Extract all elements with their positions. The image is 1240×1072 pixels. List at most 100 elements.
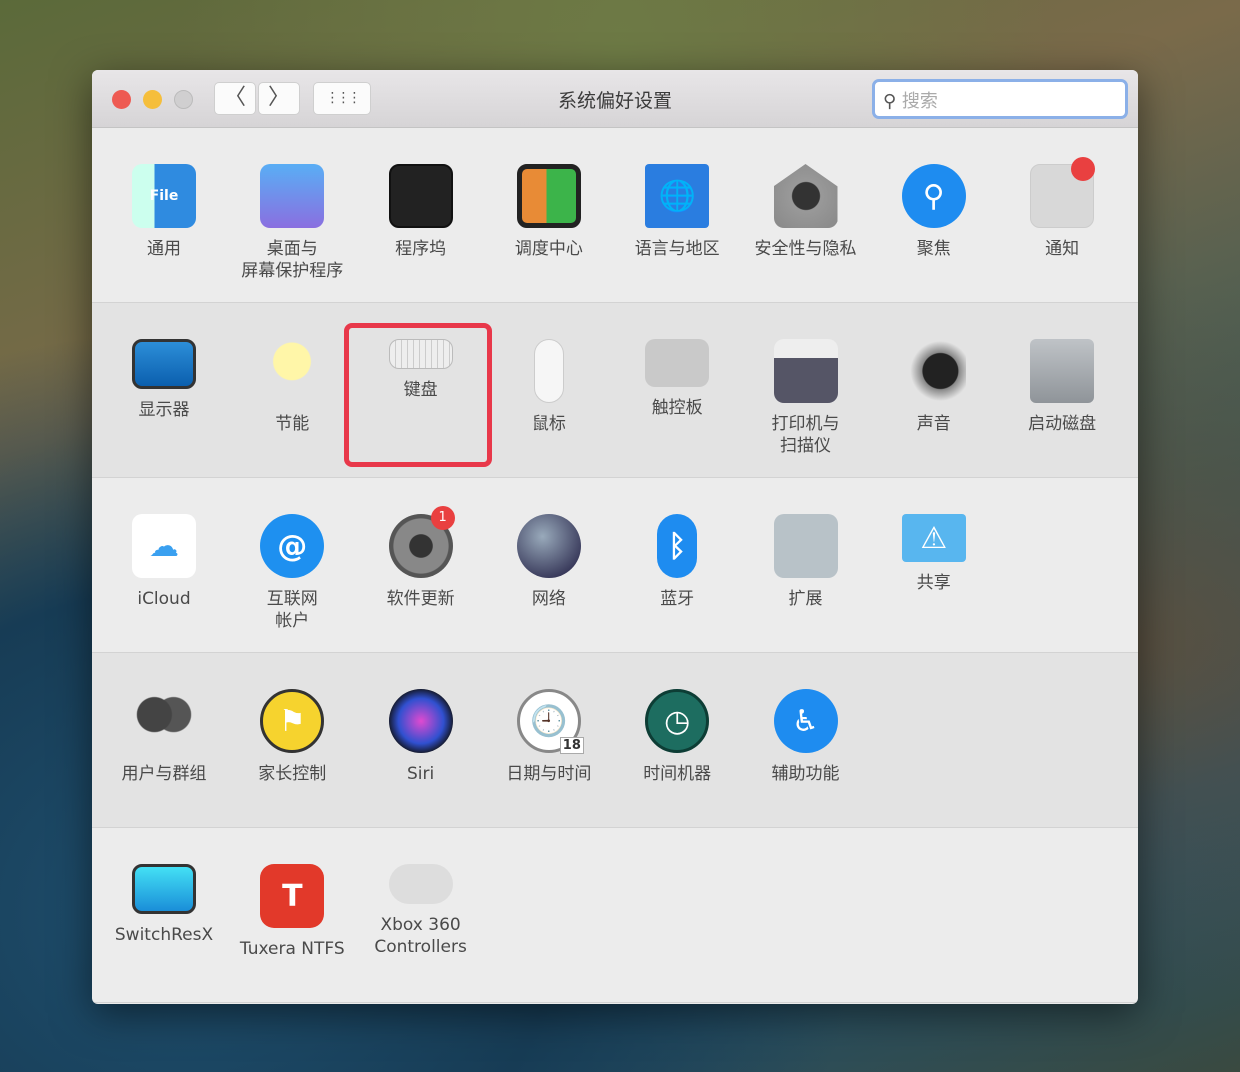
pref-item-label: 安全性与隐私 (754, 239, 857, 259)
disk-icon (1030, 339, 1095, 403)
pref-item-security[interactable]: 安全性与隐私 (742, 158, 870, 260)
language-icon: 🌐 (645, 164, 710, 228)
general-icon: File (132, 164, 196, 228)
security-icon (773, 164, 838, 228)
display-icon (132, 339, 196, 389)
users-icon (132, 689, 196, 753)
pref-item-label: Siri (406, 764, 435, 784)
pref-item-tuxera[interactable]: T Tuxera NTFS (228, 858, 356, 960)
accessibility-icon: ♿ (773, 689, 838, 753)
pref-item-label: 用户与群组 (121, 764, 207, 784)
pref-item-general[interactable]: File 通用 (100, 158, 228, 260)
pref-item-parental[interactable]: ⚑ 家长控制 (228, 683, 356, 785)
pref-item-datetime[interactable]: 🕘 18 日期与时间 (485, 683, 613, 785)
pref-item-extensions[interactable]: 扩展 (742, 508, 870, 610)
timemachine-icon: ◷ (645, 689, 710, 753)
update-icon: 1 (388, 506, 455, 578)
pref-item-label: 软件更新 (386, 589, 455, 609)
extensions-icon (773, 514, 838, 578)
spotlight-icon: ⚲ (901, 164, 966, 228)
pref-item-label: 通知 (1045, 239, 1080, 259)
keyboard-icon (388, 339, 453, 369)
pref-item-display[interactable]: 显示器 (100, 333, 228, 421)
pref-item-label: 互联网 帐户 (266, 589, 318, 631)
pref-item-mouse[interactable]: 鼠标 (485, 333, 613, 435)
pref-item-update[interactable]: 1 软件更新 (357, 506, 485, 610)
pref-item-sound[interactable]: 声音 (870, 333, 998, 435)
pref-item-sharing[interactable]: ⚠ 共享 (870, 508, 998, 594)
pref-item-label: 辅助功能 (771, 764, 840, 784)
pref-item-icloud[interactable]: ☁ iCloud (100, 508, 228, 610)
pref-item-energy[interactable]: 节能 (228, 333, 356, 435)
pref-item-label: 聚焦 (916, 239, 951, 259)
pref-item-desktop[interactable]: 桌面与 屏幕保护程序 (228, 158, 356, 282)
pref-item-printer[interactable]: 打印机与 扫描仪 (742, 333, 870, 457)
bluetooth-icon: ᛒ (657, 514, 698, 578)
search-input[interactable]: ⚲ 搜索 (872, 79, 1128, 119)
update-count-badge: 1 (430, 506, 455, 530)
sound-icon (901, 339, 966, 403)
pref-item-timemachine[interactable]: ◷ 时间机器 (613, 683, 741, 785)
pref-item-label: 显示器 (138, 400, 190, 420)
pref-item-label: 节能 (275, 414, 310, 434)
pref-item-users[interactable]: 用户与群组 (100, 683, 228, 785)
network-icon (516, 514, 581, 578)
pref-item-label: SwitchResX (114, 925, 214, 945)
mission-icon (516, 164, 581, 228)
pref-item-language[interactable]: 🌐 语言与地区 (613, 158, 741, 260)
pref-section-5: SwitchResX T Tuxera NTFS Xbox 360 Controlle… (92, 828, 1138, 1003)
title-bar: 〈 〉 ⋮⋮⋮ 系统偏好设置 ⚲ 搜索 (92, 70, 1138, 128)
notification-dot-icon (1071, 157, 1096, 181)
datetime-icon: 🕘 18 (516, 689, 584, 754)
pref-item-trackpad[interactable]: 触控板 (613, 333, 741, 419)
pref-item-label: 家长控制 (258, 764, 327, 784)
pref-item-keyboard[interactable]: 键盘 (357, 333, 485, 401)
pref-item-bluetooth[interactable]: ᛒ 蓝牙 (613, 508, 741, 610)
pref-item-label: iCloud (137, 589, 191, 609)
notifications-icon (1030, 157, 1096, 228)
pref-item-accessibility[interactable]: ♿ 辅助功能 (742, 683, 870, 785)
pref-item-label: 触控板 (651, 398, 703, 418)
pref-section-2: 显示器节能 键盘鼠标 触控板打印机与 扫描仪 声音 启动磁盘 (92, 303, 1138, 478)
pref-item-label: 鼠标 (531, 414, 566, 434)
pref-item-label: 共享 (916, 573, 951, 593)
pref-item-mission[interactable]: 调度中心 (485, 158, 613, 260)
search-icon: ⚲ (883, 91, 897, 112)
pref-item-label: Xbox 360 Controllers (374, 915, 467, 957)
pref-section-4: 用户与群组 ⚑ 家长控制 Siri 🕘 18 日期与时间 ◷ 时间机器 ♿ 辅助功能 (92, 653, 1138, 828)
tuxera-icon: T (260, 864, 325, 928)
pref-item-label: 通用 (147, 239, 181, 259)
pref-item-label: 桌面与 屏幕保护程序 (241, 239, 344, 281)
pref-item-label: 语言与地区 (634, 239, 720, 259)
sharing-icon: ⚠ (901, 514, 966, 562)
pref-item-siri[interactable]: Siri (357, 683, 485, 785)
pref-item-label: 扩展 (788, 589, 823, 609)
xbox-icon (388, 864, 453, 904)
pref-item-label: 打印机与 扫描仪 (771, 414, 840, 456)
pref-item-internet[interactable]: @ 互联网 帐户 (228, 508, 356, 632)
icloud-icon: ☁ (132, 514, 196, 578)
trackpad-icon (645, 339, 710, 387)
pref-item-xbox[interactable]: Xbox 360 Controllers (357, 858, 485, 958)
pref-item-disk[interactable]: 启动磁盘 (998, 333, 1126, 435)
calendar-date-badge: 18 (559, 737, 584, 754)
pref-item-label: 网络 (531, 589, 566, 609)
dock-icon (388, 164, 453, 228)
pref-section-3: ☁ iCloud @ 互联网 帐户 1 软件更新 网络 ᛒ 蓝牙 扩展 ⚠ 共享 (92, 478, 1138, 653)
desktop-icon (260, 164, 325, 228)
pref-item-label: 时间机器 (643, 764, 712, 784)
energy-icon (260, 339, 325, 403)
pref-item-notifications[interactable]: 通知 (998, 157, 1126, 260)
pref-section-1: File 通用 桌面与 屏幕保护程序 程序坞 调度中心 🌐 语言与地区 安全性与隐私 ⚲ 聚焦 通知 (92, 128, 1138, 303)
pref-item-label: 启动磁盘 (1028, 414, 1097, 434)
parental-icon: ⚑ (260, 689, 325, 753)
pref-item-dock[interactable]: 程序坞 (357, 158, 485, 260)
system-preferences-window: 〈 〉 ⋮⋮⋮ 系统偏好设置 ⚲ 搜索 File 通用 桌面与 屏幕保护程序 程序坞 调… (92, 70, 1138, 1004)
siri-icon (388, 689, 453, 753)
pref-item-switchresx[interactable]: SwitchResX (100, 858, 228, 946)
pref-item-label: Tuxera NTFS (239, 939, 345, 959)
pref-item-spotlight[interactable]: ⚲ 聚焦 (870, 158, 998, 260)
pref-item-label: 调度中心 (514, 239, 583, 259)
internet-icon: @ (260, 514, 325, 578)
pref-item-network[interactable]: 网络 (485, 508, 613, 610)
